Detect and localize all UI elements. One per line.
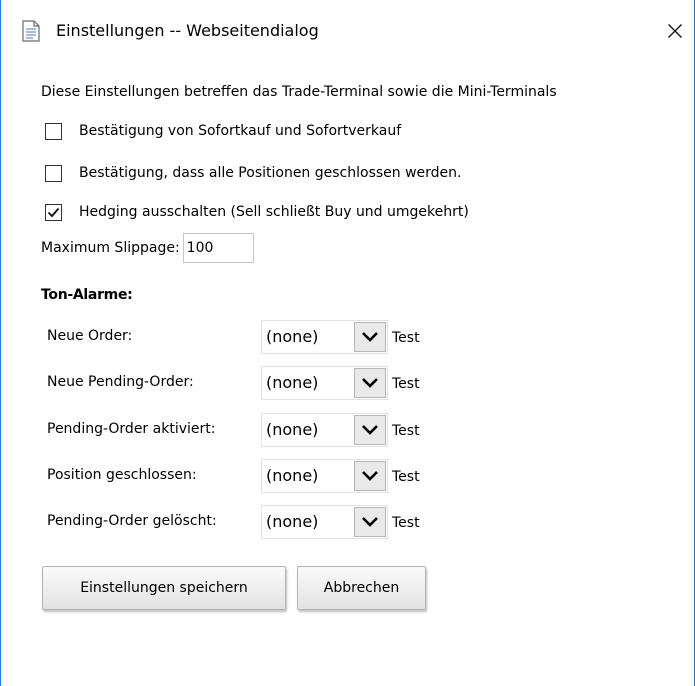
chevron-down-icon[interactable]: [354, 415, 386, 445]
dialog-window: Einstellungen -- Webseitendialog Diese E…: [0, 0, 695, 686]
checkbox-label: Bestätigung, dass alle Positionen geschl…: [79, 165, 462, 181]
alarm-row-pending-order-deleted: Pending-Order gelöscht: (none) Test: [47, 505, 447, 541]
test-link-position-closed[interactable]: Test: [392, 469, 420, 485]
slippage-row: Maximum Slippage:: [41, 233, 254, 263]
checkbox-label: Hedging ausschalten (Sell schließt Buy u…: [79, 204, 469, 220]
checkbox-confirm-close-all[interactable]: [45, 164, 62, 182]
option-confirm-instant-trade: Bestätigung von Sofortkauf und Sofortver…: [45, 120, 401, 142]
select-value: (none): [266, 512, 319, 531]
slippage-input[interactable]: [182, 233, 254, 263]
alarm-label: Pending-Order aktiviert:: [47, 421, 216, 437]
alarm-row-position-closed: Position geschlossen: (none) Test: [47, 459, 447, 495]
sound-select-position-closed[interactable]: (none): [261, 459, 388, 493]
chevron-down-icon[interactable]: [354, 322, 386, 352]
test-link-pending-order-activated[interactable]: Test: [392, 423, 420, 439]
option-confirm-close-all: Bestätigung, dass alle Positionen geschl…: [45, 162, 462, 184]
cancel-button[interactable]: Abbrechen: [297, 566, 426, 610]
chevron-down-icon[interactable]: [354, 368, 386, 398]
sound-select-new-pending-order[interactable]: (none): [261, 366, 388, 400]
test-link-new-pending-order[interactable]: Test: [392, 376, 420, 392]
alarm-row-pending-order-activated: Pending-Order aktiviert: (none) Test: [47, 413, 447, 449]
select-value: (none): [266, 420, 319, 439]
check-icon: [47, 207, 60, 217]
alarm-label: Position geschlossen:: [47, 467, 197, 483]
sound-alarms-heading: Ton-Alarme:: [41, 287, 133, 303]
alarm-label: Neue Order:: [47, 328, 133, 344]
alarm-label: Neue Pending-Order:: [47, 374, 194, 390]
chevron-down-icon[interactable]: [354, 461, 386, 491]
option-disable-hedging: Hedging ausschalten (Sell schließt Buy u…: [45, 201, 469, 223]
test-link-pending-order-deleted[interactable]: Test: [392, 515, 420, 531]
alarm-row-new-order: Neue Order: (none) Test: [47, 320, 447, 356]
sound-select-new-order[interactable]: (none): [261, 320, 388, 354]
select-value: (none): [266, 373, 319, 392]
slippage-label: Maximum Slippage:: [41, 240, 180, 256]
test-link-new-order[interactable]: Test: [392, 330, 420, 346]
select-value: (none): [266, 466, 319, 485]
checkbox-label: Bestätigung von Sofortkauf und Sofortver…: [79, 123, 402, 139]
save-settings-button[interactable]: Einstellungen speichern: [42, 566, 286, 610]
intro-text: Diese Einstellungen betreffen das Trade-…: [41, 84, 557, 100]
checkbox-disable-hedging[interactable]: [45, 203, 62, 221]
checkbox-confirm-instant-trade[interactable]: [45, 122, 62, 140]
chevron-down-icon[interactable]: [354, 507, 386, 537]
dialog-content: Diese Einstellungen betreffen das Trade-…: [1, 0, 694, 686]
alarm-label: Pending-Order gelöscht:: [47, 513, 217, 529]
sound-select-pending-order-activated[interactable]: (none): [261, 413, 388, 447]
select-value: (none): [266, 327, 319, 346]
alarm-row-new-pending-order: Neue Pending-Order: (none) Test: [47, 366, 447, 402]
sound-select-pending-order-deleted[interactable]: (none): [261, 505, 388, 539]
